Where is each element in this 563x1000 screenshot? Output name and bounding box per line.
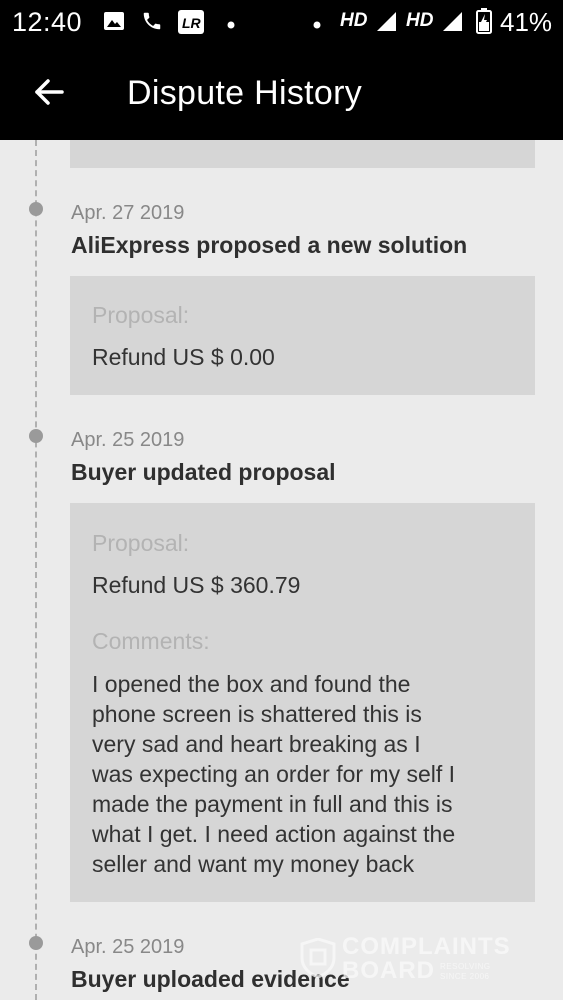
battery-percent: 41% xyxy=(500,7,553,37)
lr-app-icon: LR xyxy=(178,10,204,39)
arrow-left-icon xyxy=(35,79,64,105)
signal-icon xyxy=(441,10,463,37)
page-title: Dispute History xyxy=(127,74,363,112)
proposal-card: Proposal: Refund US $ 360.79 Comments: I… xyxy=(70,503,535,902)
previous-card-text-fragment: ‾‾‾‾‾‾‾ xyxy=(292,140,360,154)
comment-line: made the payment in full and this is xyxy=(92,791,453,817)
dispute-timeline[interactable]: ‾‾‾‾‾‾‾ Apr. 27 2019 AliExpress proposed… xyxy=(0,140,563,1000)
entry-title: Buyer updated proposal xyxy=(71,459,336,485)
signal-icon xyxy=(375,10,397,37)
entry-date: Apr. 25 2019 xyxy=(71,429,185,451)
app-bar: Dispute History xyxy=(0,44,563,140)
network-type-label: HD xyxy=(406,10,434,31)
timeline-line xyxy=(35,140,37,1000)
proposal-value: Refund US $ 0.00 xyxy=(92,344,275,370)
timeline-dot xyxy=(29,202,43,216)
proposal-label: Proposal: xyxy=(92,302,190,328)
comment-line: phone screen is shattered this is xyxy=(92,701,422,727)
status-time: 12:40 xyxy=(12,7,83,37)
gallery-icon xyxy=(103,10,125,37)
phone-icon xyxy=(141,10,163,37)
comment-line: very sad and heart breaking as I xyxy=(92,731,421,757)
proposal-value: Refund US $ 360.79 xyxy=(92,572,301,598)
comments-label: Comments: xyxy=(92,628,210,654)
entry-date: Apr. 27 2019 xyxy=(71,202,185,224)
svg-text:LR: LR xyxy=(182,15,202,31)
proposal-label: Proposal: xyxy=(92,530,190,556)
entry-date: Apr. 25 2019 xyxy=(71,936,185,958)
timeline-dot xyxy=(29,429,43,443)
battery-icon xyxy=(476,8,492,39)
previous-entry-card: ‾‾‾‾‾‾‾ xyxy=(70,140,535,168)
entry-title: AliExpress proposed a new solution xyxy=(71,232,468,258)
comments-text: I opened the box and found the phone scr… xyxy=(92,669,532,879)
notification-dot-icon xyxy=(227,16,235,34)
status-bar: 12:40 LR HD HD 41% xyxy=(0,0,563,44)
comment-line: was expecting an order for my self I xyxy=(92,761,456,787)
timeline-dot xyxy=(29,936,43,950)
proposal-card: Proposal: Refund US $ 0.00 xyxy=(70,276,535,395)
back-button[interactable] xyxy=(22,68,76,116)
comment-line: seller and want my money back xyxy=(92,851,415,877)
entry-title: Buyer uploaded evidence xyxy=(71,966,350,992)
comment-line: I opened the box and found the xyxy=(92,671,411,697)
network-type-label: HD xyxy=(340,10,368,31)
notification-dot-icon xyxy=(313,16,321,34)
comment-line: what I get. I need action against the xyxy=(92,821,456,847)
